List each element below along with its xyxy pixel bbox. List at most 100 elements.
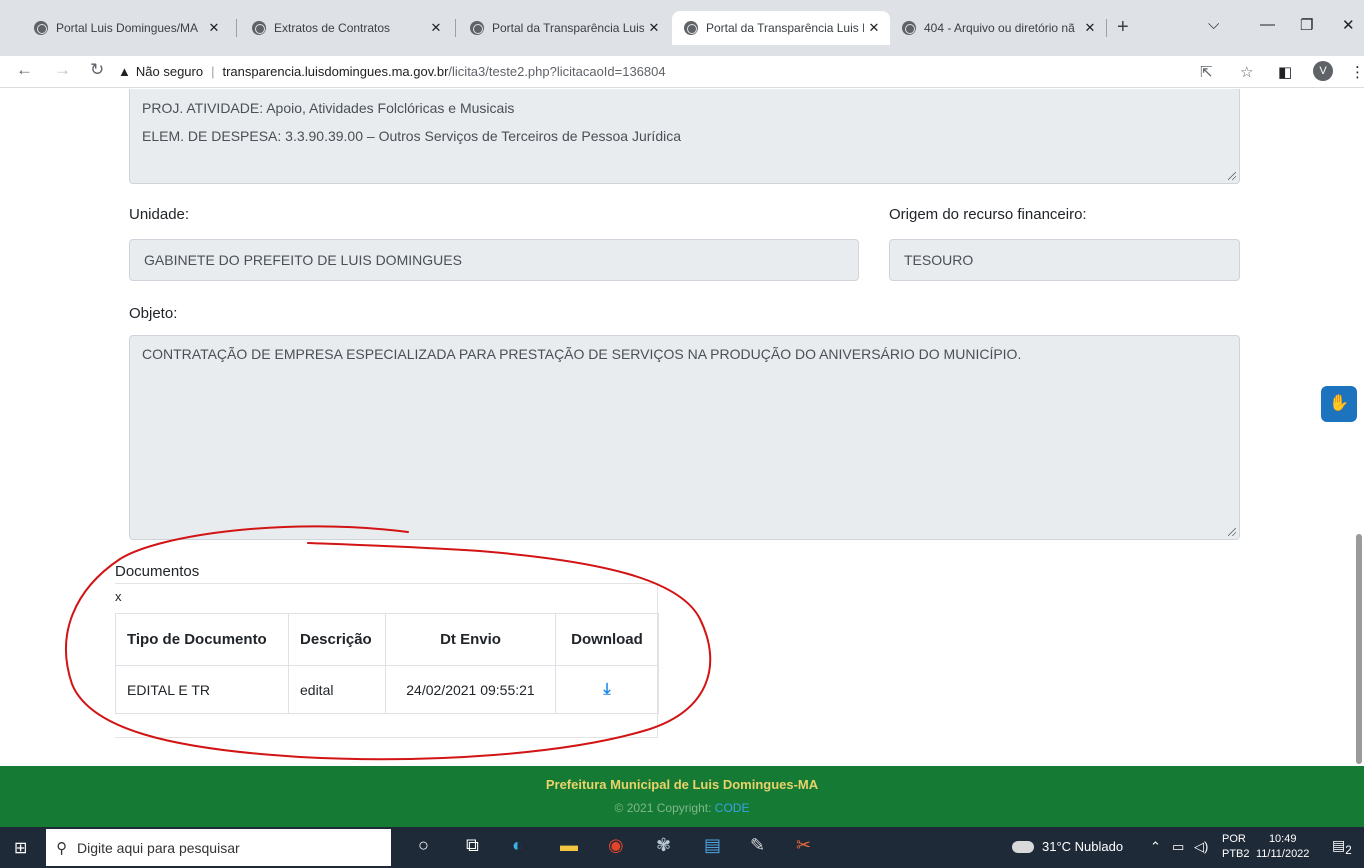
windows-taskbar: ⊞ ⚲ Digite aqui para pesquisar ○ ⧉ ◐ ▬ ◉… (0, 827, 1364, 868)
browser-tab-portal-luis-domingues[interactable]: Portal Luis Domingues/MA ✕ (22, 13, 230, 43)
globe-icon (902, 21, 916, 35)
url-path: /licita3/teste2.php?licitacaoId=136804 (448, 63, 666, 79)
lang-bottom: PTB2 (1222, 848, 1250, 860)
globe-icon (470, 21, 484, 35)
task-view-icon[interactable]: ⧉ (466, 835, 479, 856)
table-header-row: Tipo de Documento Descrição Dt Envio Dow… (115, 613, 659, 666)
col-download: Download (555, 613, 659, 666)
notification-count: 2 (1345, 843, 1352, 857)
close-icon[interactable]: ✕ (204, 20, 224, 36)
system-clock[interactable]: 10:49 11/11/2022 (1256, 832, 1309, 862)
paint-icon[interactable]: ✎ (750, 835, 765, 856)
objeto-label: Objeto: (129, 305, 178, 322)
browser-tab-extratos[interactable]: Extratos de Contratos ✕ (240, 13, 452, 43)
document-icon[interactable]: ▤ (704, 835, 721, 856)
window-close-icon[interactable]: ✕ (1342, 16, 1355, 34)
tab-title: 404 - Arquivo ou diretório nã (924, 21, 1075, 35)
unidade-field[interactable]: GABINETE DO PREFEITO DE LUIS DOMINGUES (129, 239, 859, 281)
tab-title: Portal Luis Domingues/MA (56, 21, 199, 35)
scrollbar-thumb[interactable] (1356, 534, 1362, 764)
unidade-label: Unidade: (129, 206, 190, 223)
globe-icon (684, 21, 698, 35)
windows-start-icon[interactable]: ⊞ (14, 838, 27, 858)
resize-handle-icon[interactable] (1228, 172, 1236, 180)
table-row: EDITAL E TR edital 24/02/2021 09:55:21 ⤓ (115, 665, 659, 714)
restore-icon[interactable]: ❐ (1300, 16, 1313, 34)
cell-descricao: edital (288, 665, 386, 714)
tab-title: Portal da Transparência Luis D (706, 21, 864, 35)
tab-search-chevron-icon[interactable]: ⌵ (1208, 16, 1219, 33)
volume-icon[interactable]: ◁) (1194, 839, 1208, 855)
browser-tab-404[interactable]: 404 - Arquivo ou diretório nã ✕ (890, 13, 1106, 43)
download-icon[interactable]: ⤓ (603, 681, 610, 699)
close-icon[interactable]: ✕ (864, 20, 884, 36)
forward-arrow-icon[interactable]: → (54, 60, 71, 80)
globe-icon (34, 21, 48, 35)
tab-separator (455, 19, 456, 37)
edge-icon[interactable]: ◐ (512, 835, 523, 856)
network-icon[interactable]: ▭ (1172, 839, 1184, 855)
search-icon: ⚲ (56, 839, 67, 857)
profile-avatar[interactable]: V (1313, 61, 1333, 81)
notification-center-icon[interactable]: ▤2 (1332, 837, 1352, 857)
page-content: . ç PROJ. ATIVIDADE: Apoio, Atividades F… (0, 89, 1364, 766)
taskbar-search-placeholder: Digite aqui para pesquisar (77, 839, 240, 856)
tab-separator (1106, 19, 1107, 37)
origem-field[interactable]: TESOURO (889, 239, 1240, 281)
cortana-icon[interactable]: ○ (418, 835, 429, 856)
footer-code-link[interactable]: CODE (715, 801, 750, 815)
kebab-menu-icon[interactable]: ⋮ (1350, 63, 1364, 81)
sign-language-accessibility-button[interactable]: ✋ (1321, 386, 1357, 422)
app-icon[interactable]: ✾ (656, 835, 671, 856)
browser-tab-strip: Portal Luis Domingues/MA ✕ Extratos de C… (0, 0, 1364, 56)
url-host: transparencia.luisdomingues.ma.gov.br (222, 63, 449, 79)
col-tipo-documento: Tipo de Documento (115, 613, 289, 666)
objeto-text: CONTRATAÇÃO DE EMPRESA ESPECIALIZADA PAR… (142, 346, 1022, 362)
cell-tipo: EDITAL E TR (115, 665, 289, 714)
new-tab-button[interactable]: + (1117, 16, 1129, 39)
cell-download: ⤓ (555, 665, 659, 714)
origem-label: Origem do recurso financeiro: (889, 206, 1087, 223)
back-arrow-icon[interactable]: ← (16, 60, 33, 80)
omnibox-divider: | (211, 63, 215, 79)
close-icon[interactable]: ✕ (644, 20, 664, 36)
clock-date: 11/11/2022 (1256, 848, 1310, 860)
documents-close-mark[interactable]: x (115, 589, 122, 604)
dotacao-line-elem: ELEM. DE DESPESA: 3.3.90.39.00 – Outros … (142, 128, 682, 144)
reload-icon[interactable]: ↻ (90, 60, 104, 80)
browser-toolbar: ← → ↻ ▲ Não seguro | transparencia.luisd… (0, 56, 1364, 88)
chevron-up-icon[interactable]: ⌃ (1150, 839, 1161, 855)
site-footer: Prefeitura Municipal de Luis Domingues-M… (0, 766, 1364, 827)
share-icon[interactable]: ⇱ (1200, 63, 1213, 81)
cloud-icon (1012, 840, 1034, 853)
file-explorer-icon[interactable]: ▬ (560, 835, 578, 856)
minimize-icon[interactable]: — (1260, 16, 1275, 33)
copyright-text: © 2021 Copyright: (614, 801, 712, 815)
col-dt-envio: Dt Envio (385, 613, 556, 666)
footer-copyright: © 2021 Copyright: CODE (0, 801, 1364, 815)
close-icon[interactable]: ✕ (426, 20, 446, 36)
snipping-tool-icon[interactable]: ✂ (796, 835, 811, 856)
taskbar-search-box[interactable]: ⚲ Digite aqui para pesquisar (46, 829, 391, 866)
chrome-icon[interactable]: ◉ (608, 835, 624, 856)
resize-handle-icon[interactable] (1228, 528, 1236, 536)
documents-title: Documentos (115, 563, 200, 580)
browser-tab-portal-transparencia-active[interactable]: Portal da Transparência Luis D ✕ (672, 11, 890, 45)
browser-tab-portal-transparencia-1[interactable]: Portal da Transparência Luis D ✕ (458, 13, 670, 43)
documents-table: Tipo de Documento Descrição Dt Envio Dow… (115, 613, 659, 714)
address-bar[interactable]: ▲ Não seguro | transparencia.luisdomingu… (118, 58, 1118, 84)
lang-top: POR (1222, 833, 1246, 845)
not-secure-label: Não seguro (135, 63, 204, 79)
close-icon[interactable]: ✕ (1080, 20, 1100, 36)
dotacao-line-proj: PROJ. ATIVIDADE: Apoio, Atividades Folcl… (142, 100, 515, 116)
side-panel-icon[interactable]: ◧ (1278, 63, 1292, 81)
clock-time: 10:49 (1268, 833, 1297, 845)
objeto-textarea[interactable]: CONTRATAÇÃO DE EMPRESA ESPECIALIZADA PAR… (129, 335, 1240, 540)
tab-title: Extratos de Contratos (274, 21, 391, 35)
warning-triangle-icon: ▲ (118, 63, 131, 79)
language-indicator[interactable]: POR PTB2 (1222, 832, 1250, 862)
dotacao-textarea[interactable]: . ç PROJ. ATIVIDADE: Apoio, Atividades F… (129, 89, 1240, 184)
col-descricao: Descrição (288, 613, 386, 666)
bookmark-star-icon[interactable]: ☆ (1240, 63, 1253, 81)
weather-widget[interactable]: 31°C Nublado (1012, 839, 1123, 854)
